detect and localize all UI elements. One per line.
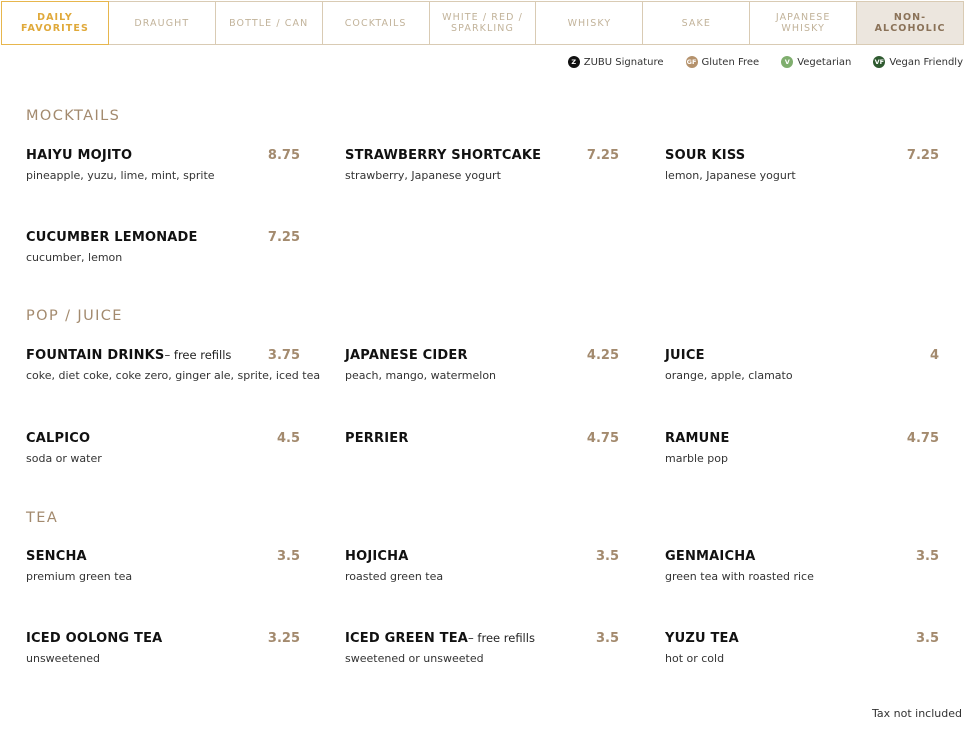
tab-bottle-can[interactable]: BOTTLE / CAN — [216, 2, 323, 44]
item-description: roasted green tea — [345, 570, 444, 583]
tax-note: Tax not included — [872, 707, 962, 720]
menu-item: HOJICHA 3.5 roasted green tea — [345, 549, 619, 583]
item-description: sweetened or unsweeted — [345, 652, 484, 665]
tab-japanese-whisky[interactable]: JAPANESE WHISKY — [750, 2, 858, 44]
menu-item: ICED GREEN TEA– free refills 3.5 sweeten… — [345, 631, 619, 665]
item-price: 3.5 — [595, 549, 619, 564]
menu-item: HAIYU MOJITO 8.75 pineapple, yuzu, lime,… — [26, 148, 300, 182]
menu-item: RAMUNE 4.75 marble pop — [665, 431, 939, 465]
item-price: 8.75 — [267, 148, 300, 163]
menu-item: ICED OOLONG TEA 3.25 unsweetened — [26, 631, 300, 665]
item-name: GENMAICHA — [665, 549, 756, 564]
menu-item: SOUR KISS 7.25 lemon, Japanese yogurt — [665, 148, 939, 182]
item-description: green tea with roasted rice — [665, 570, 814, 583]
legend-zubu-signature: Z ZUBU Signature — [567, 56, 664, 68]
item-price: 3.75 — [267, 348, 300, 363]
dietary-legend: Z ZUBU Signature GF Gluten Free V Vegeta… — [546, 56, 963, 68]
item-name: PERRIER — [345, 431, 409, 446]
tab-non-alcoholic[interactable]: NON-ALCOHOLIC — [857, 2, 964, 44]
item-name: JAPANESE CIDER — [345, 348, 468, 363]
item-price: 3.5 — [276, 549, 300, 564]
section-title-tea: TEA — [26, 510, 59, 526]
tab-whisky[interactable]: WHISKY — [536, 2, 644, 44]
item-name: SOUR KISS — [665, 148, 746, 163]
menu-item: SENCHA 3.5 premium green tea — [26, 549, 300, 583]
section-title-pop-juice: POP / JUICE — [26, 308, 123, 324]
item-price: 4.75 — [586, 431, 619, 446]
item-note: – free refills — [164, 348, 232, 362]
item-name: STRAWBERRY SHORTCAKE — [345, 148, 542, 163]
item-price: 7.25 — [267, 230, 300, 245]
item-description: lemon, Japanese yogurt — [665, 169, 796, 182]
item-price: 3.25 — [267, 631, 300, 646]
menu-item: STRAWBERRY SHORTCAKE 7.25 strawberry, Ja… — [345, 148, 619, 182]
item-price: 3.5 — [915, 549, 939, 564]
menu-item: YUZU TEA 3.5 hot or cold — [665, 631, 939, 665]
legend-label: Gluten Free — [701, 56, 760, 68]
item-description: unsweetened — [26, 652, 101, 665]
item-name: SENCHA — [26, 549, 87, 564]
menu-item: CUCUMBER LEMONADE 7.25 cucumber, lemon — [26, 230, 300, 264]
tab-cocktails[interactable]: COCKTAILS — [323, 2, 430, 44]
item-description: premium green tea — [26, 570, 133, 583]
item-name-text: ICED GREEN TEA — [345, 631, 469, 646]
menu-item: FOUNTAIN DRINKS– free refills 3.75 coke,… — [26, 348, 321, 382]
item-name: ICED OOLONG TEA — [26, 631, 163, 646]
legend-gluten-free: GF Gluten Free — [685, 56, 760, 68]
vegetarian-icon: V — [781, 56, 794, 68]
item-description: coke, diet coke, coke zero, ginger ale, … — [26, 369, 321, 382]
legend-label: Vegetarian — [797, 56, 852, 68]
zubu-signature-icon: Z — [567, 56, 580, 68]
item-price: 7.25 — [586, 148, 619, 163]
item-note: – free refills — [468, 631, 535, 645]
menu-item: GENMAICHA 3.5 green tea with roasted ric… — [665, 549, 939, 583]
tab-daily-favorites[interactable]: DAILY FAVORITES — [1, 1, 109, 45]
item-price: 4.25 — [586, 348, 619, 363]
item-name: YUZU TEA — [665, 631, 739, 646]
item-name: CUCUMBER LEMONADE — [26, 230, 198, 245]
item-description: cucumber, lemon — [26, 251, 123, 264]
item-name: RAMUNE — [665, 431, 730, 446]
item-description: marble pop — [665, 452, 728, 465]
item-name-text: FOUNTAIN DRINKS — [26, 348, 165, 363]
legend-label: ZUBU Signature — [583, 56, 664, 68]
legend-vegan-friendly: VF Vegan Friendly — [873, 56, 963, 68]
item-description: hot or cold — [665, 652, 725, 665]
menu-item: JUICE 4 orange, apple, clamato — [665, 348, 939, 382]
item-name: CALPICO — [26, 431, 91, 446]
item-name: HAIYU MOJITO — [26, 148, 133, 163]
gluten-free-icon: GF — [685, 56, 698, 68]
item-price: 3.5 — [915, 631, 939, 646]
menu-item: CALPICO 4.5 soda or water — [26, 431, 300, 465]
item-price: 7.25 — [906, 148, 939, 163]
item-price: 4 — [929, 348, 939, 363]
section-title-mocktails: MOCKTAILS — [26, 108, 121, 124]
item-description: peach, mango, watermelon — [345, 369, 497, 382]
item-name: ICED GREEN TEA– free refills — [345, 631, 619, 646]
item-description: strawberry, Japanese yogurt — [345, 169, 501, 182]
item-price: 4.5 — [276, 431, 300, 446]
item-description: pineapple, yuzu, lime, mint, sprite — [26, 169, 215, 182]
legend-vegetarian: V Vegetarian — [781, 56, 851, 68]
tab-white-red-sparkling[interactable]: WHITE / RED / SPARKLING — [430, 2, 537, 44]
item-description: orange, apple, clamato — [665, 369, 793, 382]
item-description: soda or water — [26, 452, 102, 465]
item-price: 4.75 — [906, 431, 939, 446]
legend-label: Vegan Friendly — [889, 56, 963, 68]
menu-item: JAPANESE CIDER 4.25 peach, mango, waterm… — [345, 348, 619, 382]
tab-draught[interactable]: DRAUGHT — [109, 2, 216, 44]
category-tabs: DAILY FAVORITES DRAUGHT BOTTLE / CAN COC… — [1, 1, 964, 45]
tab-sake[interactable]: SAKE — [643, 2, 751, 44]
menu-item: PERRIER 4.75 — [345, 431, 619, 452]
vegan-friendly-icon: VF — [873, 56, 886, 68]
item-price: 3.5 — [595, 631, 619, 646]
item-name: HOJICHA — [345, 549, 409, 564]
item-name: JUICE — [665, 348, 705, 363]
item-name: FOUNTAIN DRINKS– free refills — [26, 348, 300, 363]
